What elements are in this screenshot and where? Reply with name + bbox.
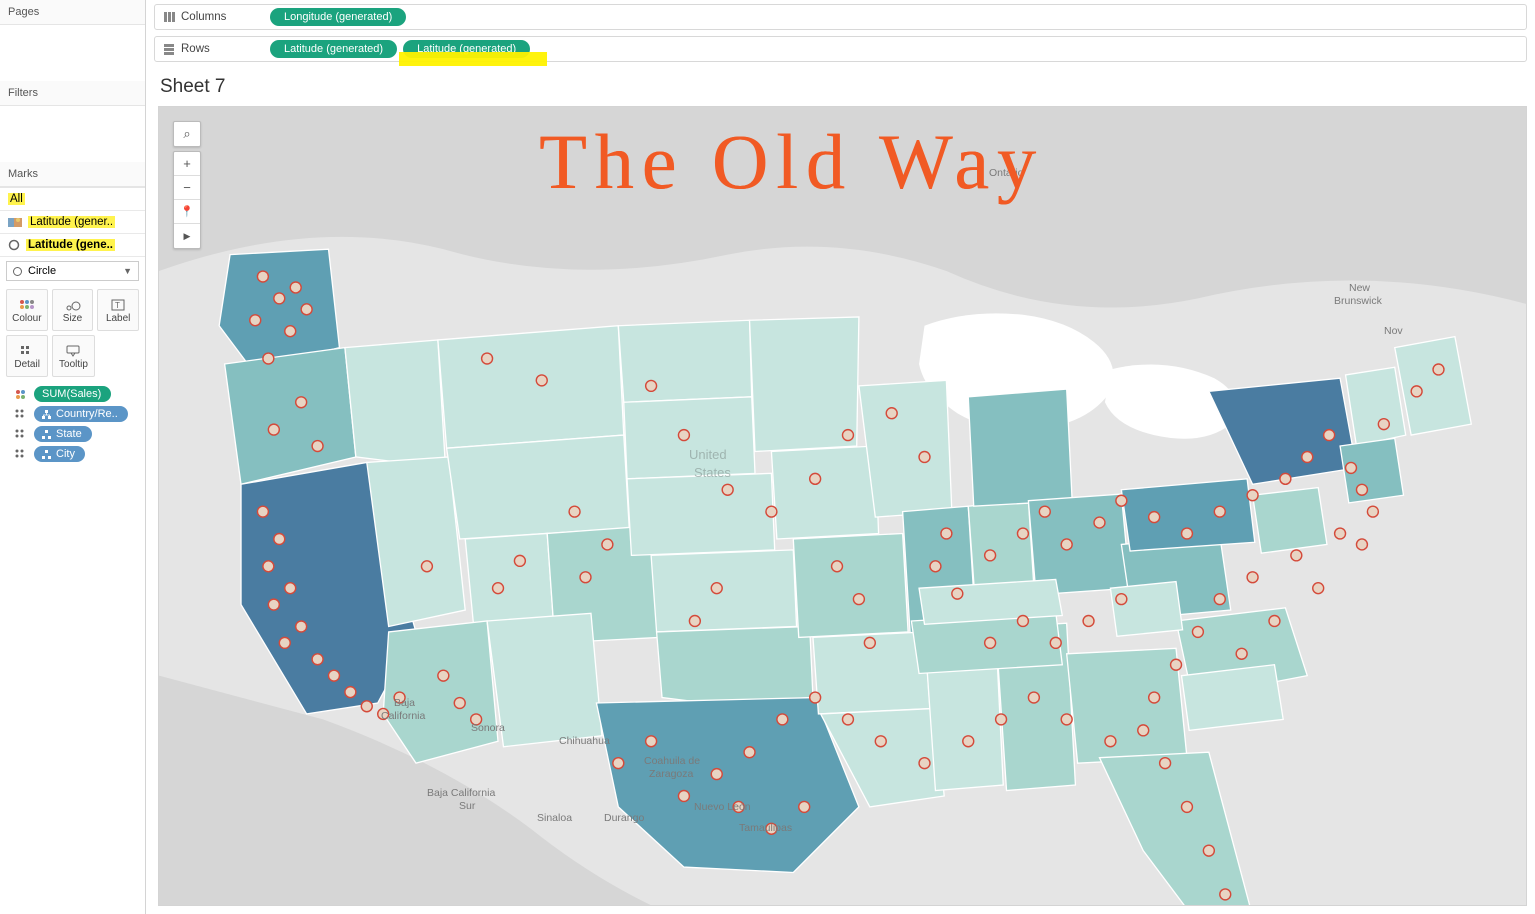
svg-text:T: T [115,301,120,310]
label-icon: T [111,297,125,313]
map-view[interactable]: ⌕ + − 📍 ▶ The Old Way [158,106,1527,906]
colour-label: Colour [12,313,41,324]
pages-header: Pages [0,0,145,25]
size-icon [65,297,81,313]
hierarchy-icon-3 [42,450,51,459]
columns-icon [163,11,175,23]
circle-icon [8,239,20,251]
state-pill[interactable]: State [34,426,92,442]
filters-header: Filters [0,81,145,106]
colour-dots-icon [12,390,28,399]
city-pill[interactable]: City [34,446,85,462]
label-coah2: Zaragoza [649,768,693,780]
hierarchy-icon [42,410,51,419]
detail-small-icon [12,409,28,419]
marks-tab-latitude-2-label: Latitude (gene.. [26,239,115,251]
detail-label: Detail [14,359,40,370]
map-icon [8,216,22,228]
chevron-down-icon: ▼ [123,266,132,276]
marks-tab-latitude-2[interactable]: Latitude (gene.. [0,234,145,257]
tooltip-icon [66,343,80,359]
label-chihuahua: Chihuahua [559,735,610,747]
tooltip-shelf[interactable]: Tooltip [52,335,94,377]
label-label: Label [106,313,130,324]
size-shelf[interactable]: Size [52,289,94,331]
label-durango: Durango [604,812,644,824]
main-area: Columns Longitude (generated) Rows Latit… [146,0,1535,914]
detail-shelf[interactable]: Detail [6,335,48,377]
zoom-in-button[interactable]: + [174,152,200,176]
columns-label: Columns [163,11,258,23]
longitude-pill[interactable]: Longitude (generated) [270,8,406,26]
country-pill[interactable]: Country/Re.. [34,406,128,422]
minus-icon: − [183,180,191,195]
sum-sales-pill[interactable]: SUM(Sales) [34,386,111,402]
marks-header: Marks [0,162,145,187]
mark-type-label: Circle [28,265,56,277]
handwritten-annotation: The Old Way [539,117,1466,207]
plus-icon: + [183,156,191,171]
label-nov: Nov [1384,325,1403,337]
label-nl: Nuevo León [694,801,751,813]
label-sonora: Sonora [471,722,505,734]
rows-label: Rows [163,43,258,55]
label-shelf[interactable]: T Label [97,289,139,331]
label-sinaloa: Sinaloa [537,812,572,824]
label-baja2: California [381,710,425,722]
label-nb2: Brunswick [1334,295,1382,307]
marks-tab-all-label: All [8,193,25,205]
search-icon: ⌕ [183,126,190,142]
rows-shelf[interactable]: Rows Latitude (generated) Latitude (gene… [154,36,1527,62]
shelf-area: Columns Longitude (generated) Rows Latit… [146,0,1535,72]
country-label-us-1: United [689,447,727,462]
columns-shelf[interactable]: Columns Longitude (generated) [154,4,1527,30]
sidebar: Pages Filters Marks All Latitude (gener.… [0,0,146,914]
detail-icon [20,343,34,359]
zoom-out-button[interactable]: − [174,176,200,200]
tooltip-label: Tooltip [59,359,88,370]
colour-pill-row[interactable]: SUM(Sales) [6,384,139,404]
label-nb1: New [1349,282,1370,294]
marks-tab-latitude-1[interactable]: Latitude (gener.. [0,211,145,234]
label-baja1: Baja [394,697,415,709]
label-bcs2: Sur [459,800,475,812]
colour-shelf[interactable]: Colour [6,289,48,331]
country-label-us-2: States [694,465,731,480]
marks-tab-latitude-1-label: Latitude (gener.. [28,216,115,228]
map-controls: ⌕ + − 📍 ▶ [173,121,201,249]
label-tamau: Tamaulipas [739,822,792,834]
detail-pill-row-2[interactable]: State [6,424,139,444]
detail-small-icon-2 [12,429,28,439]
detail-pill-row-1[interactable]: Country/Re.. [6,404,139,424]
marks-panel: All Latitude (gener.. Latitude (gene.. C… [0,187,145,472]
circle-glyph-icon [13,267,22,276]
size-label: Size [63,313,82,324]
pin-icon: 📍 [180,205,194,218]
label-coah1: Coahuila de [644,755,700,767]
pin-button[interactable]: 📍 [174,200,200,224]
filters-shelf[interactable] [0,106,145,162]
map-search-button[interactable]: ⌕ [174,122,200,146]
rows-icon [163,43,175,55]
sheet-title[interactable]: Sheet 7 [146,72,1535,106]
map-canvas-svg [159,107,1526,906]
label-bcs1: Baja California [427,787,495,799]
latitude-pill-1[interactable]: Latitude (generated) [270,40,397,58]
mark-type-select[interactable]: Circle ▼ [6,261,139,281]
detail-pill-row-3[interactable]: City [6,444,139,464]
colour-icon [20,297,34,313]
highlight-annotation [399,52,547,66]
marks-tab-all[interactable]: All [0,188,145,211]
play-icon: ▶ [184,231,191,242]
hierarchy-icon-2 [42,430,51,439]
pages-shelf[interactable] [0,25,145,81]
play-button[interactable]: ▶ [174,224,200,248]
detail-small-icon-3 [12,449,28,459]
